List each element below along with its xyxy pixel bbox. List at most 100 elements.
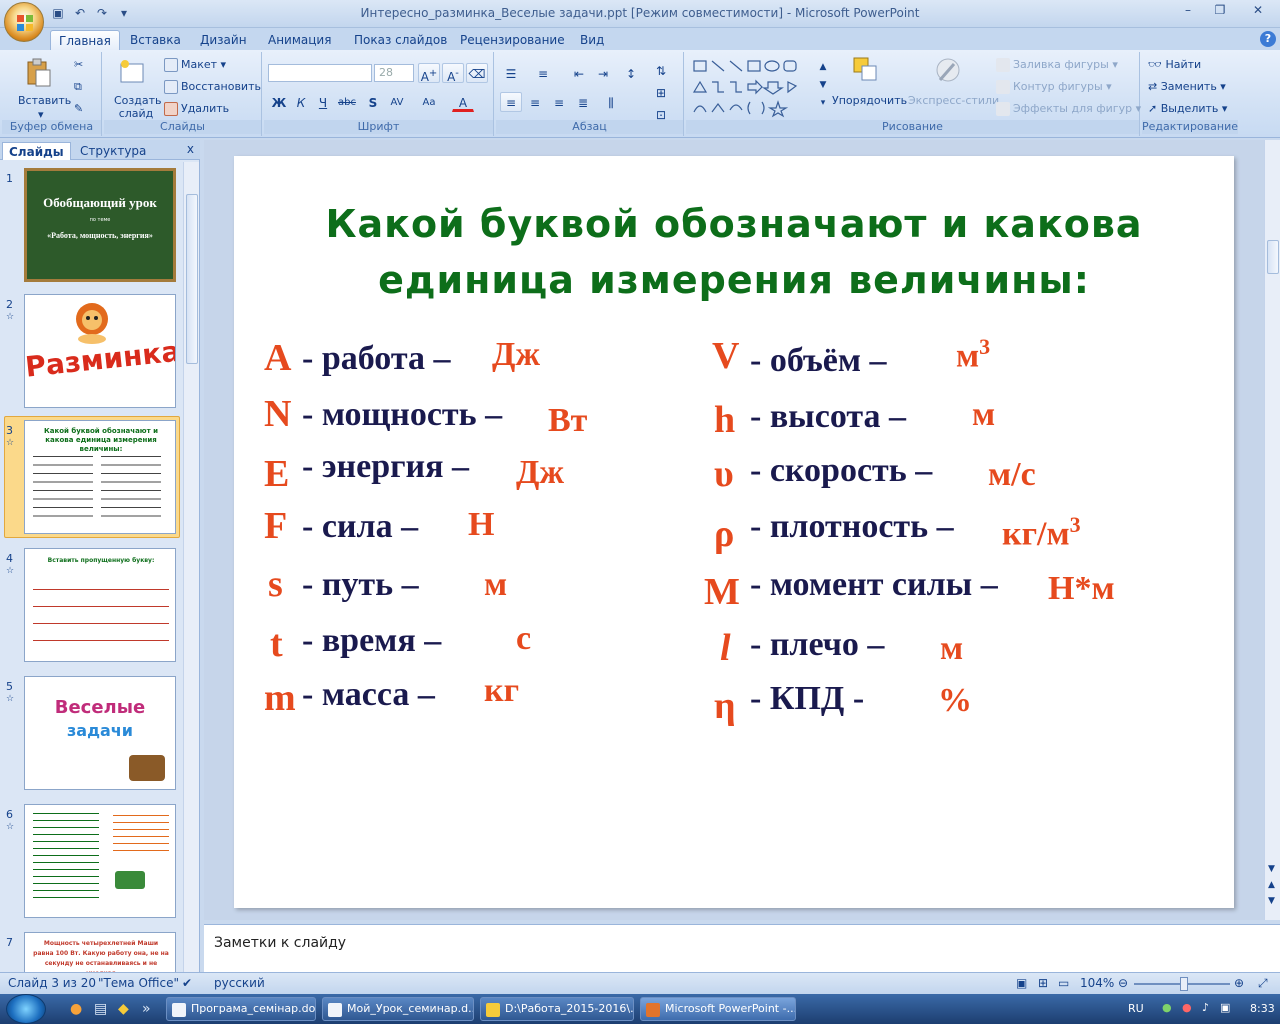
italic-button[interactable]: К (290, 92, 312, 112)
taskbar-item-folder[interactable]: D:\Работа_2015-2016\... (480, 997, 634, 1021)
decrease-indent-icon[interactable]: ⇤ (568, 63, 590, 83)
taskbar-item-powerpoint[interactable]: Microsoft PowerPoint -... (640, 997, 796, 1021)
tab-home[interactable]: Главная (50, 30, 120, 50)
zoom-in-icon[interactable]: ⊕ (1234, 976, 1244, 990)
tab-outline-pane[interactable]: Структура (74, 142, 152, 160)
underline-button[interactable]: Ч (312, 92, 334, 112)
taskbar-item-word1[interactable]: Програма_семінар.do... (166, 997, 316, 1021)
slide-canvas[interactable]: Какой буквой обозначают и какова единица… (234, 156, 1234, 908)
prev-slide-icon[interactable]: ▲ (1268, 880, 1275, 890)
start-button[interactable] (6, 994, 46, 1024)
quick-styles-button[interactable]: Экспресс-стили (908, 94, 999, 107)
shapes-gallery-icon[interactable] (692, 58, 822, 118)
shape-effects-button[interactable]: Эффекты для фигур ▾ (996, 102, 1141, 116)
pane-scroll-thumb[interactable] (186, 194, 198, 364)
strikethrough-button[interactable]: abc (336, 92, 358, 112)
tab-slideshow[interactable]: Показ слайдов (346, 30, 455, 50)
network-icon[interactable]: ● (1162, 1001, 1172, 1014)
firefox-icon[interactable]: ● (70, 1001, 82, 1017)
volume-icon[interactable]: ♪ (1202, 1001, 1209, 1014)
tab-animation[interactable]: Анимация (260, 30, 339, 50)
shapes-scroll-up-icon[interactable]: ▲ (812, 56, 834, 76)
editor-scrollbar[interactable]: ▼ ▲ ▼ (1264, 140, 1280, 920)
numbering-icon[interactable]: ≡ (532, 63, 554, 83)
tab-design[interactable]: Дизайн (192, 30, 255, 50)
align-text-icon[interactable]: ⊞ (650, 82, 672, 102)
slide-title[interactable]: Какой буквой обозначают и какова единица… (234, 196, 1234, 308)
shapes-scroll-down-icon[interactable]: ▼ (812, 74, 834, 94)
font-color-icon[interactable]: A (452, 92, 474, 112)
scroll-down-icon[interactable]: ▼ (1268, 864, 1275, 874)
help-icon[interactable]: ? (1260, 31, 1276, 47)
slide-thumbnail-5[interactable]: Веселые задачи (24, 676, 176, 790)
shape-outline-button[interactable]: Контур фигуры ▾ (996, 80, 1112, 94)
align-right-icon[interactable]: ≡ (548, 92, 570, 112)
cut-icon[interactable]: ✂ (74, 58, 83, 71)
line-spacing-icon[interactable]: ↕ (620, 63, 642, 83)
antivirus-icon[interactable]: ● (1182, 1001, 1192, 1014)
bullets-icon[interactable]: ☰ (500, 63, 522, 83)
slide-thumbnail-3[interactable]: Какой буквой обозначают и какова единица… (24, 420, 176, 534)
theme-name[interactable]: "Тема Office" (98, 976, 179, 990)
columns-icon[interactable]: ⫼ (600, 92, 622, 112)
paste-button[interactable]: Вставить (18, 94, 71, 107)
maximize-icon[interactable]: ❐ (1204, 0, 1236, 20)
slide-thumbnail-1[interactable]: Обобщающий урок по теме «Работа, мощност… (24, 168, 176, 282)
fit-to-window-icon[interactable]: ⤢ (1258, 976, 1268, 991)
pane-close-icon[interactable]: x (187, 142, 194, 156)
increase-indent-icon[interactable]: ⇥ (592, 63, 614, 83)
next-slide-icon[interactable]: ▼ (1268, 896, 1275, 906)
close-icon[interactable]: ✕ (1236, 0, 1280, 20)
layout-button[interactable]: Макет ▾ (164, 58, 226, 72)
slide-sorter-icon[interactable]: ⊞ (1038, 976, 1048, 990)
grow-font-button[interactable]: A+ (418, 63, 440, 84)
copy-icon[interactable]: ⧉ (74, 80, 82, 94)
zoom-slider-knob[interactable] (1180, 977, 1188, 991)
slide-thumbnail-4[interactable]: Вставить пропущенную букву: (24, 548, 176, 662)
align-center-icon[interactable]: ≡ (524, 92, 546, 112)
text-direction-icon[interactable]: ⇅ (650, 60, 672, 80)
shadow-button[interactable]: S (362, 92, 384, 112)
office-button[interactable] (4, 2, 44, 42)
justify-icon[interactable]: ≣ (572, 92, 594, 112)
reset-button[interactable]: Восстановить (164, 80, 261, 94)
zoom-out-icon[interactable]: ⊖ (1118, 976, 1128, 990)
minimize-icon[interactable]: – (1172, 0, 1204, 20)
bold-button[interactable]: Ж (268, 92, 290, 112)
quick-launch-icon[interactable]: ◆ (118, 1001, 129, 1017)
shapes-more-icon[interactable]: ▾ (812, 92, 834, 112)
font-size-combo[interactable]: 28 (374, 64, 414, 82)
select-button[interactable]: ➚ Выделить ▾ (1148, 102, 1227, 115)
char-spacing-button[interactable]: AV (386, 92, 408, 112)
replace-button[interactable]: ⇄ Заменить ▾ (1148, 80, 1226, 93)
slide-thumbnail-6[interactable] (24, 804, 176, 918)
zoom-level[interactable]: 104% (1080, 976, 1114, 990)
notes-pane[interactable]: Заметки к слайду (204, 924, 1280, 972)
format-painter-icon[interactable]: ✎ (74, 102, 83, 115)
editor-scroll-thumb[interactable] (1267, 240, 1279, 274)
find-button[interactable]: 👓︎ Найти (1148, 58, 1201, 71)
tab-review[interactable]: Рецензирование (452, 30, 573, 50)
tab-insert[interactable]: Вставка (122, 30, 189, 50)
align-left-icon[interactable]: ≡ (500, 92, 522, 112)
input-language[interactable]: RU (1128, 1002, 1144, 1015)
slide-thumbnail-7[interactable]: Мощность четырехлетней Маши равна 100 Вт… (24, 932, 176, 972)
language[interactable]: русский (214, 976, 265, 990)
tray-icon[interactable]: ▣ (1220, 1001, 1230, 1014)
quick-launch-expand-icon[interactable]: » (142, 1001, 151, 1017)
shape-fill-button[interactable]: Заливка фигуры ▾ (996, 58, 1118, 72)
normal-view-icon[interactable]: ▣ (1016, 976, 1027, 990)
slide-thumbnail-2[interactable]: Разминка (24, 294, 176, 408)
delete-slide-button[interactable]: Удалить (164, 102, 229, 116)
spell-check-icon[interactable]: ✔ (182, 976, 192, 990)
arrange-button[interactable]: Упорядочить (832, 94, 907, 107)
show-desktop-icon[interactable]: ▤ (94, 1001, 107, 1017)
slideshow-view-icon[interactable]: ▭ (1058, 976, 1069, 990)
taskbar-item-word2[interactable]: Мой_Урок_семинар.d... (322, 997, 474, 1021)
tab-view[interactable]: Вид (572, 30, 612, 50)
change-case-button[interactable]: Aa (418, 92, 440, 112)
tab-slides-pane[interactable]: Слайды (2, 142, 71, 160)
font-name-combo[interactable] (268, 64, 372, 82)
clear-format-icon[interactable]: ⌫ (466, 63, 488, 83)
shrink-font-button[interactable]: A- (442, 63, 464, 84)
